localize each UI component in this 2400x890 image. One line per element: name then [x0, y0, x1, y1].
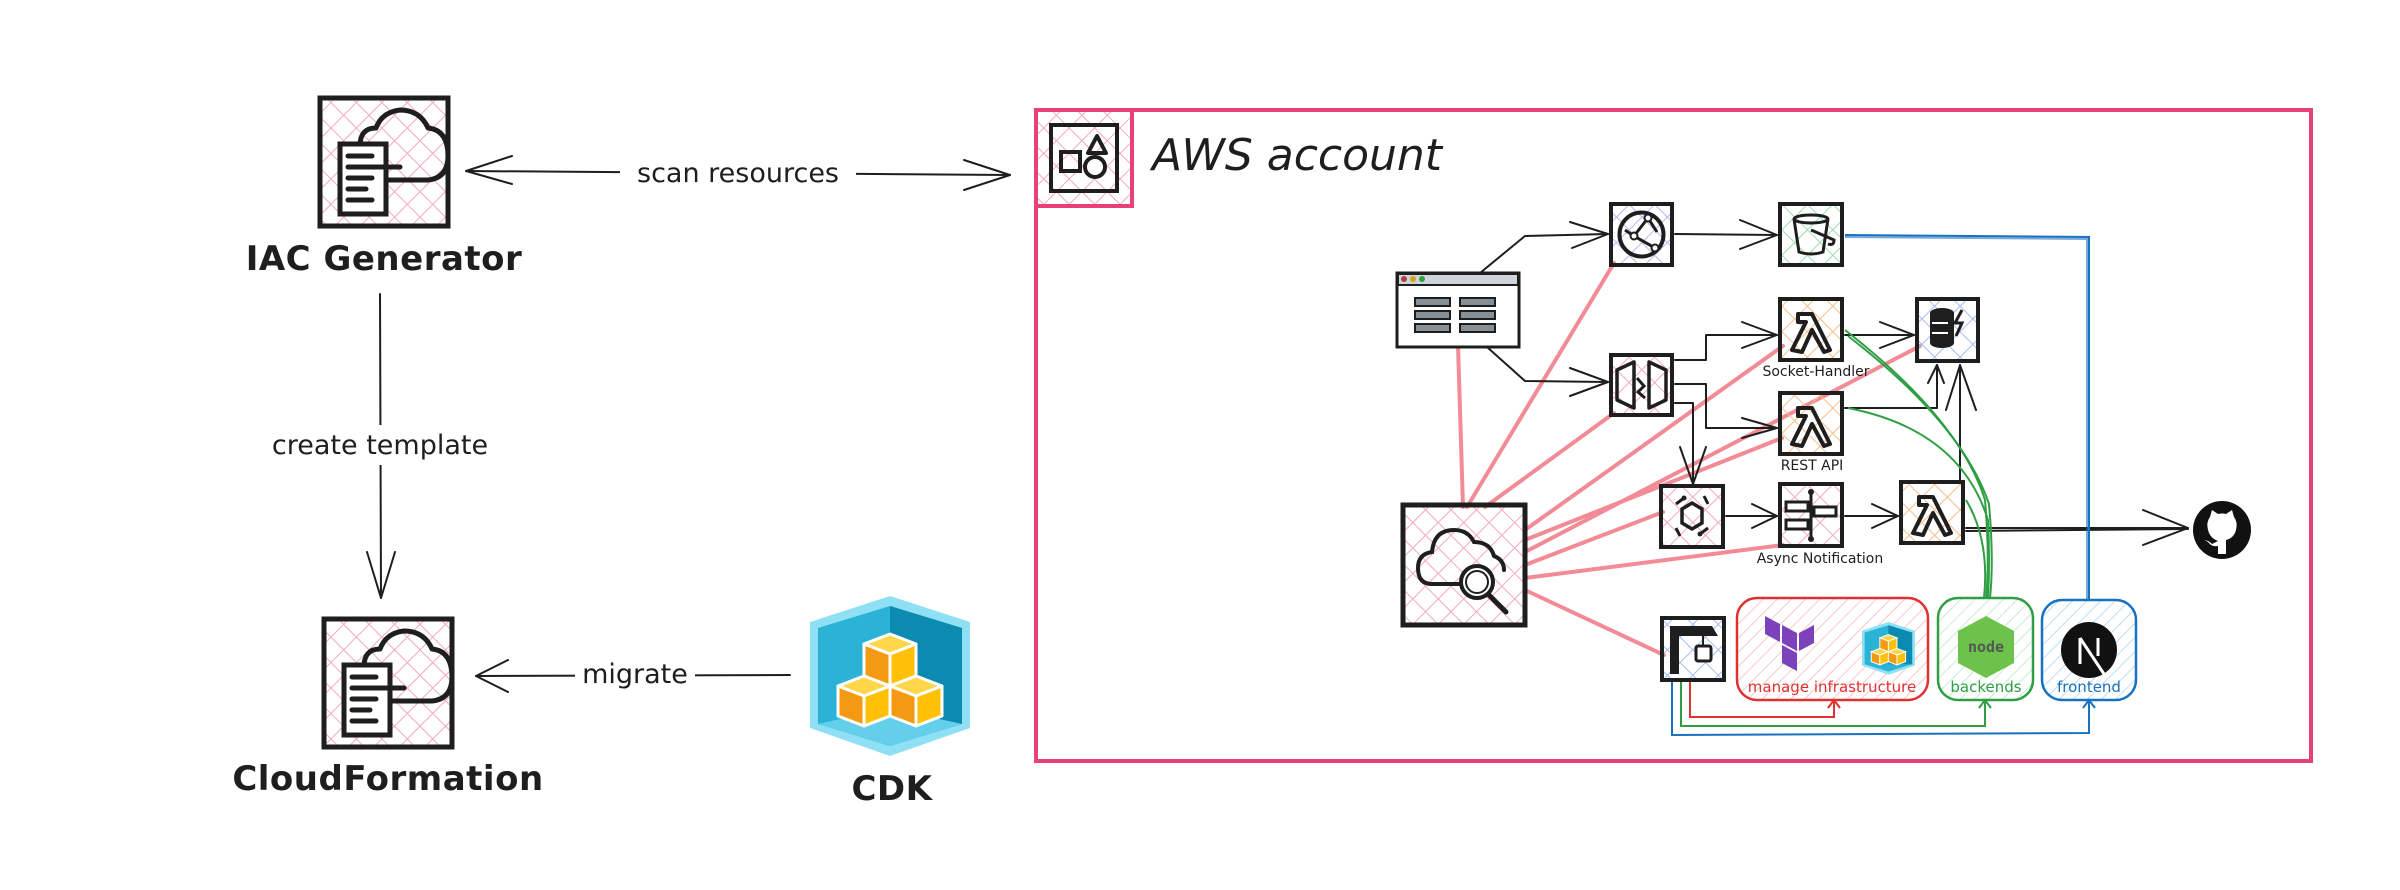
cdk-icon [810, 596, 970, 756]
api-gateway-node[interactable] [1609, 353, 1674, 417]
browser-titlebar [1397, 273, 1519, 286]
resource-explorer-node[interactable] [1400, 502, 1528, 628]
cloudformation-label: CloudFormation [232, 759, 543, 799]
codebuild-node[interactable] [1660, 616, 1726, 682]
iac-generator-label: IAC Generator [246, 239, 523, 279]
github-node[interactable] [2193, 501, 2251, 559]
cloudfront-node[interactable] [1609, 202, 1674, 267]
browser-min-dot [1410, 276, 1416, 282]
manage-infrastructure-label: manage infrastructure [1748, 678, 1916, 696]
async-notification-label: Async Notification [1757, 551, 1884, 567]
cloudformation-node[interactable]: CloudFormation [232, 616, 543, 799]
aws-account-title: AWS account [1149, 130, 1444, 181]
step-functions-node[interactable]: Async Notification [1757, 482, 1884, 567]
nextjs-icon [2061, 622, 2117, 678]
architecture-diagram: IAC Generator scan resources create temp… [232, 95, 2313, 809]
scan-resources-label: scan resources [637, 158, 839, 189]
browser-max-dot [1419, 276, 1425, 282]
resource-explorer-frame [1400, 502, 1528, 628]
svg-text:node: node [1968, 638, 2004, 656]
cdk-icon [1862, 622, 1915, 675]
socket-handler-label: Socket-Handler [1762, 364, 1869, 380]
eventbridge-frame [1659, 484, 1725, 549]
github-icon [2193, 501, 2251, 559]
eventbridge-node[interactable] [1659, 484, 1725, 549]
scan-resources-edge: scan resources [465, 155, 1011, 191]
browser-close-dot [1401, 276, 1407, 282]
create-template-label: create template [272, 430, 488, 461]
async-lambda-node[interactable] [1899, 480, 1965, 545]
manage-infrastructure-group[interactable]: manage infrastructure [1735, 596, 1930, 702]
rest-api-label: REST API [1781, 458, 1844, 474]
backends-label: backends [1950, 678, 2021, 696]
iac-generator-node[interactable]: IAC Generator [246, 95, 523, 279]
browser-window-node[interactable] [1395, 271, 1521, 349]
create-template-edge: create template [250, 293, 512, 599]
cdk-label: CDK [851, 769, 933, 809]
frontend-label: frontend [2057, 678, 2121, 696]
dynamodb-node[interactable] [1915, 297, 1980, 363]
cdk-node[interactable]: CDK [810, 596, 970, 809]
backends-group[interactable]: node backends [1936, 596, 2035, 702]
migrate-label: migrate [582, 659, 688, 690]
s3-frame [1778, 202, 1844, 267]
s3-node[interactable] [1778, 202, 1844, 267]
rest-api-lambda-node[interactable]: REST API [1778, 391, 1844, 474]
migrate-edge: migrate [475, 656, 791, 693]
frontend-group[interactable]: frontend [2040, 598, 2138, 702]
